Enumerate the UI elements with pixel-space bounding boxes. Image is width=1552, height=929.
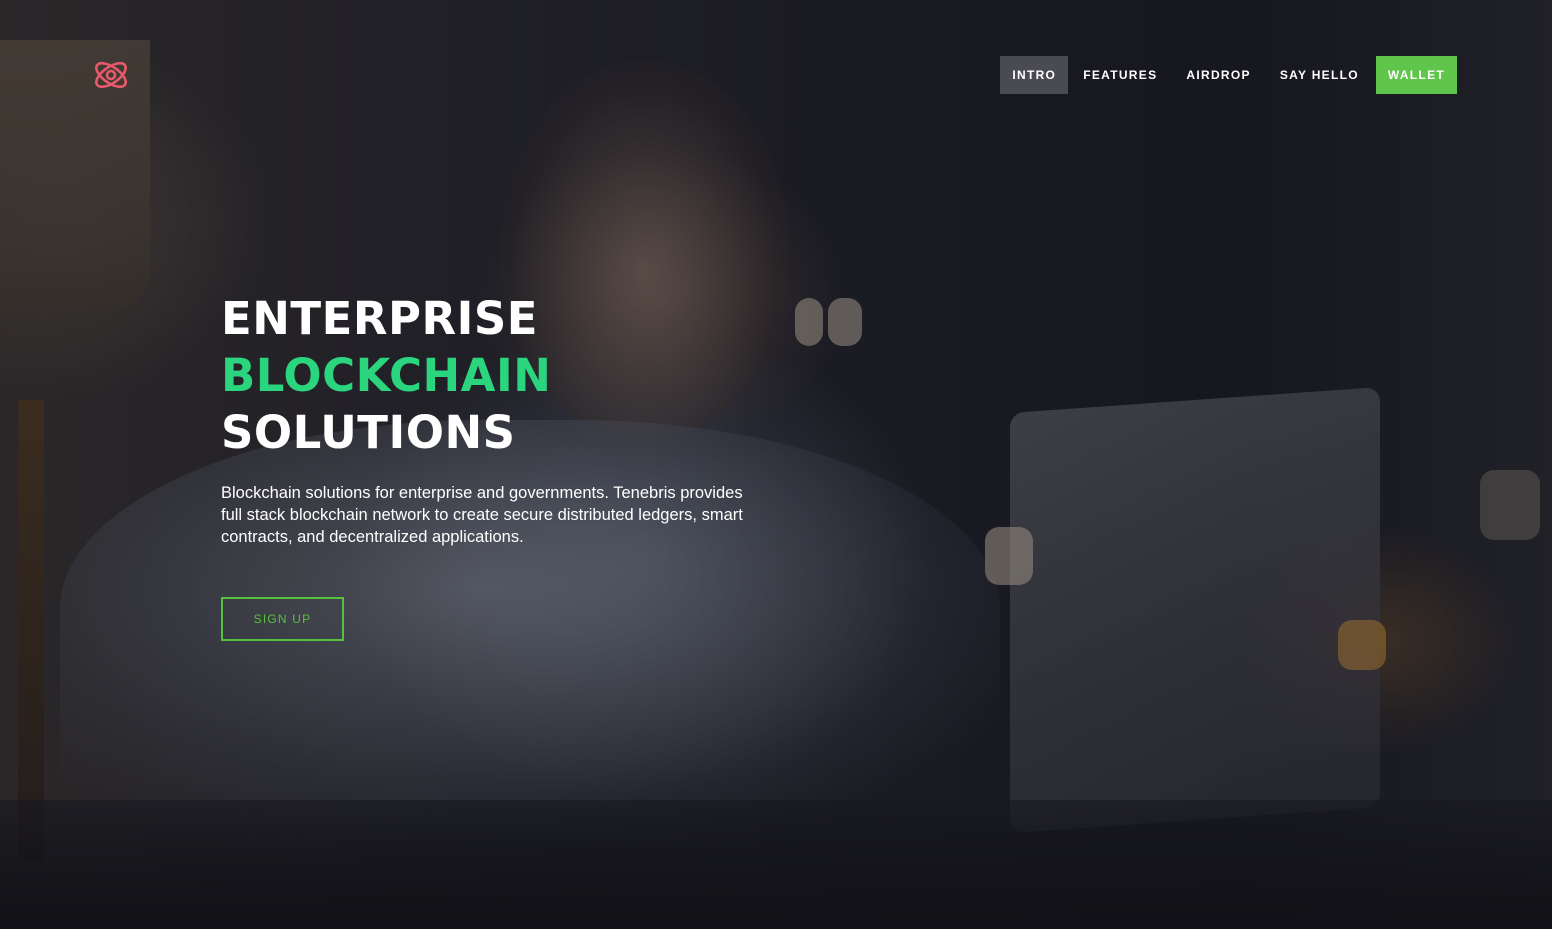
atom-icon[interactable] <box>91 57 131 93</box>
nav-item-features[interactable]: FEATURES <box>1069 56 1171 94</box>
wallet-button[interactable]: WALLET <box>1375 56 1457 94</box>
background-overlay <box>0 0 1552 929</box>
hero-headline: ENTERPRISE BLOCKCHAIN SOLUTIONS <box>221 290 551 461</box>
sign-up-button[interactable]: SIGN UP <box>221 597 344 641</box>
hero-description: Blockchain solutions for enterprise and … <box>221 484 743 546</box>
headline-line-3: SOLUTIONS <box>221 406 516 459</box>
headline-line-1: ENTERPRISE <box>221 292 539 345</box>
nav-item-intro[interactable]: INTRO <box>1000 56 1069 94</box>
nav-item-say-hello[interactable]: SAY HELLO <box>1266 56 1373 94</box>
hero-section: INTRO FEATURES AIRDROP SAY HELLO WALLET … <box>0 0 1552 929</box>
headline-line-2: BLOCKCHAIN <box>221 349 552 402</box>
main-nav: INTRO FEATURES AIRDROP SAY HELLO WALLET <box>999 56 1457 94</box>
nav-item-airdrop[interactable]: AIRDROP <box>1172 56 1264 94</box>
